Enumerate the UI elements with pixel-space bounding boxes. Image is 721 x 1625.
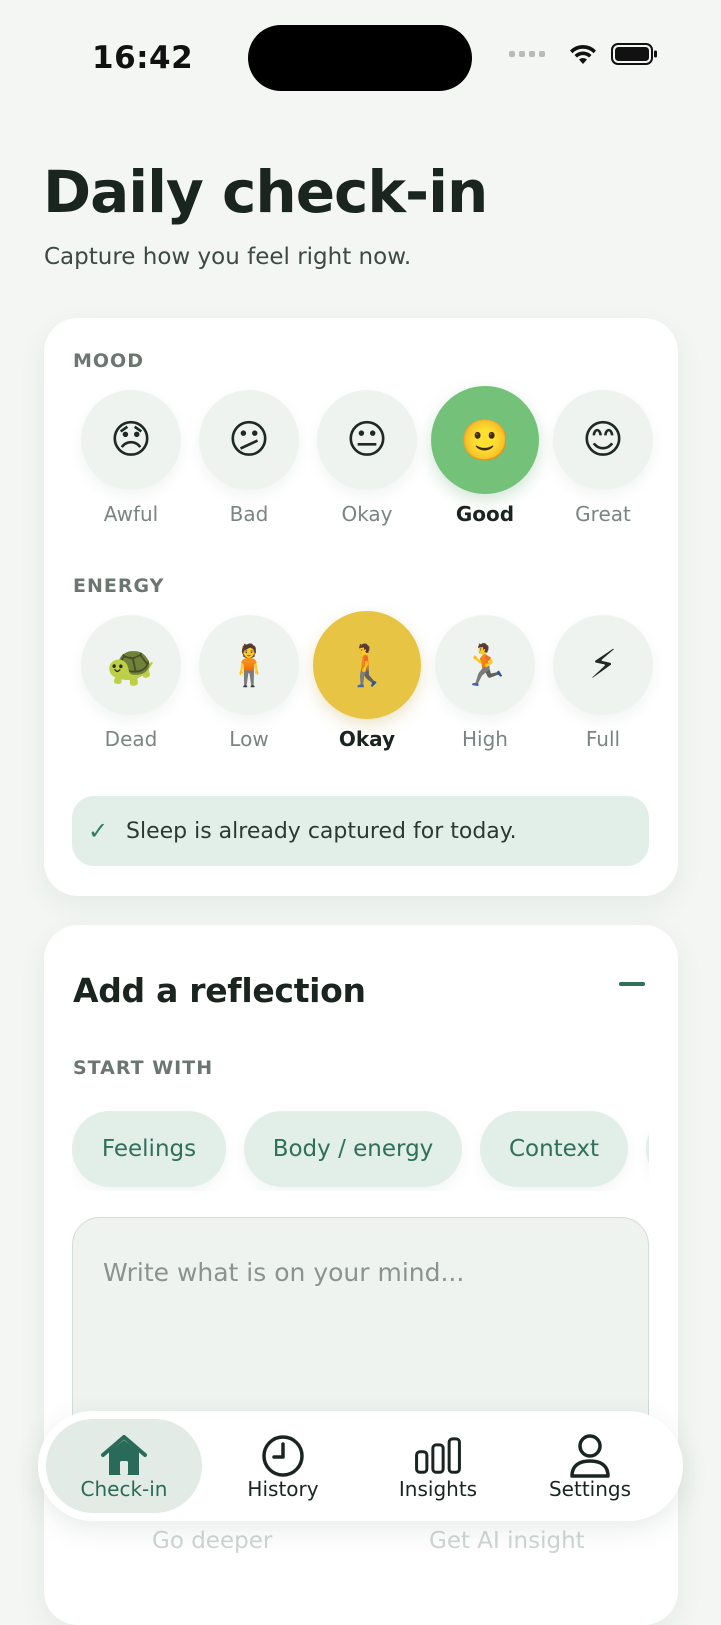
reflection-title: Add a reflection [73, 971, 366, 1010]
energy-option-label: Full [585, 727, 621, 751]
sleep-captured-banner: ✓ Sleep is already captured for today. [72, 796, 649, 866]
tab-label: Insights [398, 1477, 478, 1501]
mood-option-great[interactable]: 😊 Great [544, 390, 662, 540]
energy-option-label: Dead [104, 727, 158, 751]
start-with-label: START WITH [73, 1057, 214, 1079]
energy-option-high[interactable]: 🏃 High [426, 615, 544, 765]
energy-option-low[interactable]: 🧍 Low [190, 615, 308, 765]
mood-option-label: Great [575, 502, 631, 526]
status-time: 16:42 [92, 40, 194, 76]
collapse-button[interactable] [618, 979, 646, 989]
status-bar: 16:42 [0, 0, 721, 118]
mood-option-good[interactable]: 🙂 Good [426, 386, 544, 540]
energy-section-label: ENERGY [73, 575, 165, 597]
tab-insights[interactable]: Insights [360, 1419, 516, 1513]
mood-option-label-selected: Good [455, 502, 515, 526]
energy-option-dead[interactable]: 🐢 Dead [72, 615, 190, 765]
faded-actions: Go deeper Get AI insight [0, 1528, 721, 1560]
dynamic-island [248, 25, 472, 91]
battery-icon [611, 43, 657, 65]
energy-options: 🐢 Dead 🧍 Low 🚶 Okay 🏃 High ⚡ Full [72, 611, 653, 765]
prompt-chips: Feelings Body / energy Context [72, 1111, 649, 1191]
mood-option-okay[interactable]: 😐 Okay [308, 390, 426, 540]
chip-context[interactable]: Context [480, 1111, 628, 1187]
neutral-face-icon: 😐 [317, 390, 417, 490]
confused-face-icon: 😕 [199, 390, 299, 490]
sleep-captured-text: Sleep is already captured for today. [126, 818, 517, 844]
clock-icon [262, 1435, 304, 1477]
bar-chart-icon [415, 1437, 461, 1474]
tab-check-in[interactable]: Check-in [46, 1419, 202, 1513]
tab-label: Settings [548, 1477, 632, 1501]
lightning-icon: ⚡ [553, 615, 653, 715]
energy-option-label: High [462, 727, 508, 751]
chip-overflow[interactable] [646, 1111, 649, 1187]
page-subtitle: Capture how you feel right now. [44, 244, 412, 270]
checkmark-icon: ✓ [88, 817, 109, 845]
tab-history[interactable]: History [205, 1419, 361, 1513]
mood-option-label: Okay [341, 502, 393, 526]
mood-option-label: Bad [229, 502, 269, 526]
turtle-icon: 🐢 [81, 615, 181, 715]
home-icon [101, 1435, 147, 1475]
mood-options: 😞 Awful 😕 Bad 😐 Okay 🙂 Good 😊 Great [72, 386, 653, 540]
standing-person-icon: 🧍 [199, 615, 299, 715]
mood-section-label: MOOD [73, 350, 144, 372]
energy-option-full[interactable]: ⚡ Full [544, 615, 662, 765]
chip-feelings[interactable]: Feelings [72, 1111, 226, 1187]
mood-option-label: Awful [103, 502, 159, 526]
tab-label: History [247, 1477, 319, 1501]
person-icon [570, 1434, 610, 1478]
chip-body-energy[interactable]: Body / energy [244, 1111, 462, 1187]
energy-option-okay[interactable]: 🚶 Okay [308, 611, 426, 765]
go-deeper-button[interactable]: Go deeper [152, 1528, 272, 1554]
sad-face-icon: 😞 [81, 390, 181, 490]
walking-person-icon: 🚶 [313, 611, 421, 719]
running-person-icon: 🏃 [435, 615, 535, 715]
mood-option-awful[interactable]: 😞 Awful [72, 390, 190, 540]
mood-option-bad[interactable]: 😕 Bad [190, 390, 308, 540]
status-indicators [509, 42, 659, 66]
tab-label: Check-in [80, 1477, 168, 1501]
reflection-placeholder: Write what is on your mind... [103, 1258, 465, 1287]
smiling-face-icon: 🙂 [431, 386, 539, 494]
mood-energy-card: MOOD 😞 Awful 😕 Bad 😐 Okay 🙂 Good 😊 Great… [44, 318, 678, 896]
energy-option-label-selected: Okay [338, 727, 396, 751]
energy-option-label: Low [229, 727, 269, 751]
tab-bar: Check-in History Insights Settings [38, 1411, 683, 1521]
ai-insight-button[interactable]: Get AI insight [429, 1528, 585, 1554]
wifi-icon [570, 44, 596, 64]
cellular-signal-icon [509, 51, 545, 57]
tab-settings[interactable]: Settings [512, 1419, 668, 1513]
page-title: Daily check-in [43, 158, 488, 226]
happy-face-icon: 😊 [553, 390, 653, 490]
minus-icon [619, 982, 645, 986]
